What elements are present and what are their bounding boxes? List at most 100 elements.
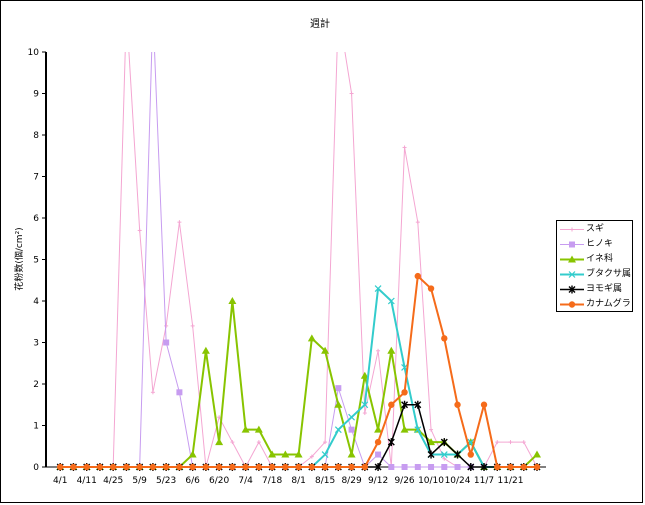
data-point: [96, 463, 104, 471]
data-point: [441, 335, 448, 342]
data-point: [376, 348, 381, 353]
data-point: [429, 427, 434, 432]
legend-item-hinoki: ヒノキ: [559, 238, 632, 251]
data-point: [335, 385, 342, 392]
data-point: [441, 464, 448, 470]
legend-item-kanamugura: カナムグラ: [559, 298, 632, 311]
data-point: [215, 438, 224, 446]
y-axis-ticks: 0 1 2 3 4 5 6 7 8 9 10: [28, 48, 46, 473]
data-point: [57, 463, 64, 471]
data-point: [202, 463, 210, 471]
data-point: [149, 463, 157, 471]
data-point: [388, 401, 395, 408]
data-point: [189, 463, 196, 471]
series-4: [56, 400, 541, 471]
x-tick-label: 7/18: [262, 476, 282, 486]
x-tick-label: 5/23: [156, 476, 176, 486]
data-point: [507, 463, 514, 471]
data-point: [428, 464, 435, 470]
x-tick-label: 4/25: [103, 476, 123, 486]
data-point: [480, 401, 488, 408]
data-point: [533, 450, 541, 458]
data-point: [109, 463, 117, 471]
data-point: [533, 463, 541, 471]
y-axis-title: 花粉数(個/cm²): [13, 227, 25, 290]
data-point: [176, 463, 183, 471]
data-point: [374, 438, 382, 446]
x-tick-label: 8/29: [341, 476, 361, 486]
data-point: [415, 220, 420, 225]
series-0: [58, 52, 539, 469]
series-line: [60, 52, 537, 468]
chart-svg: 週計 花粉数(個/cm²) 0 1 2 3 4 5 6 7 8 9 10 4/1 4/11 4/25 5/…: [13, 17, 546, 486]
y-tick-label: 8: [33, 131, 39, 141]
data-point: [520, 463, 527, 471]
data-point: [229, 463, 236, 471]
legend-item-sugi: スギ: [559, 223, 632, 236]
legend-item-butakusa: ブタクサ属: [559, 268, 632, 281]
legend-swatch-butakusa: [560, 271, 584, 278]
data-point: [508, 440, 513, 445]
series-line: [60, 300, 538, 468]
y-tick-label: 9: [33, 90, 39, 100]
data-point: [467, 451, 474, 458]
data-point: [414, 272, 421, 280]
legend-label-ine: イネ科: [586, 254, 614, 264]
data-point: [454, 464, 461, 470]
data-point: [295, 463, 302, 471]
data-point: [401, 389, 408, 396]
data-point: [348, 426, 355, 433]
series-1: [57, 52, 540, 470]
data-point: [348, 463, 355, 471]
legend-label-yomogi: ヨモギ属: [586, 284, 623, 294]
data-point: [494, 463, 501, 471]
legend-swatch-kanamugura: [560, 301, 584, 308]
data-point: [307, 334, 316, 342]
data-point: [162, 463, 170, 471]
legend-swatch-sugi: [560, 227, 584, 232]
legend-label-kanamugura: カナムグラ: [586, 299, 631, 309]
x-tick-label: 8/15: [315, 476, 335, 486]
series-line: [60, 275, 537, 468]
y-tick-label: 1: [33, 422, 39, 432]
data-point: [83, 463, 90, 471]
data-point: [70, 463, 77, 471]
data-point: [201, 346, 210, 354]
data-point: [150, 390, 155, 395]
legend-item-ine: イネ科: [559, 253, 632, 266]
y-tick-label: 0: [33, 463, 39, 473]
data-point: [228, 297, 237, 304]
data-point: [427, 285, 435, 292]
chart-title: 週計: [310, 17, 330, 30]
series-line: [60, 52, 538, 468]
y-tick-label: 4: [33, 297, 39, 307]
data-point: [282, 463, 289, 471]
data-point: [163, 339, 170, 346]
legend-swatch-ine: [560, 255, 584, 263]
legend-item-yomogi: ヨモギ属: [559, 283, 632, 296]
x-tick-label: 4/1: [53, 476, 67, 486]
data-point: [215, 463, 223, 471]
data-point: [387, 438, 395, 447]
data-point: [242, 463, 249, 471]
x-tick-label: 6/20: [209, 476, 229, 486]
x-tick-label: 11/21: [498, 476, 524, 486]
legend-swatch-marker: [568, 301, 576, 308]
legend-label-butakusa: ブタクサ属: [586, 269, 632, 279]
x-tick-label: 4/11: [77, 476, 97, 486]
data-point: [137, 228, 142, 233]
data-point: [256, 440, 261, 445]
data-point: [347, 450, 356, 458]
legend-swatch-yomogi: [560, 285, 584, 294]
data-point: [387, 346, 396, 354]
x-tick-label: 9/26: [394, 476, 414, 486]
data-point: [123, 463, 130, 471]
y-tick-label: 3: [33, 339, 39, 349]
y-tick-label: 5: [33, 256, 39, 266]
data-point: [388, 464, 395, 470]
x-tick-label: 7/4: [238, 476, 253, 486]
data-point: [361, 463, 369, 471]
data-point: [362, 411, 367, 416]
data-point: [335, 463, 342, 471]
data-point: [230, 440, 235, 445]
